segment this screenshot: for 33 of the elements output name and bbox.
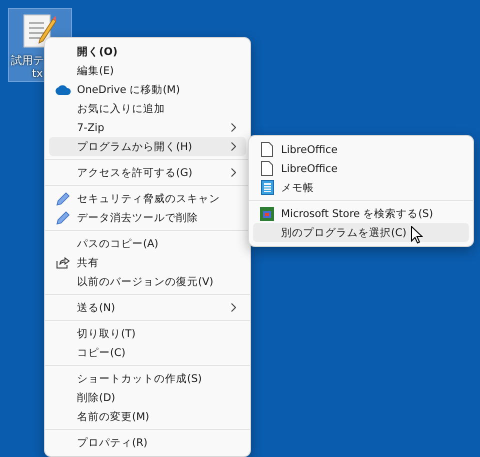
menu-item[interactable]: 切り取り(T) — [49, 324, 246, 343]
pen-icon — [56, 192, 70, 206]
menu-item[interactable]: セキュリティ脅威のスキャン — [49, 189, 246, 208]
menu-item[interactable]: パスのコピー(A) — [49, 234, 246, 253]
menu-item[interactable]: 別のプログラムを選択(C) — [253, 223, 469, 242]
document-icon — [261, 161, 273, 176]
menu-item[interactable]: データ消去ツールで削除 — [49, 208, 246, 227]
menu-item[interactable]: 以前のバージョンの復元(V) — [49, 272, 246, 291]
mouse-pointer-icon — [411, 226, 423, 244]
menu-item[interactable]: 名前の変更(M) — [49, 407, 246, 426]
notepad-icon — [260, 180, 274, 195]
cloud-icon — [55, 84, 71, 94]
menu-item[interactable]: お気に入りに追加 — [49, 99, 246, 118]
pen-icon — [56, 210, 70, 224]
menu-item[interactable]: 7-Zip — [49, 118, 246, 137]
menu-item[interactable]: メモ帳 — [253, 178, 469, 197]
menu-item[interactable]: 削除(D) — [49, 388, 246, 407]
share-icon — [56, 256, 70, 269]
menu-item[interactable]: LibreOffice — [253, 159, 469, 178]
menu-item[interactable]: LibreOffice — [253, 140, 469, 159]
store-icon — [260, 206, 274, 220]
menu-item[interactable]: コピー(C) — [49, 343, 246, 362]
menu-item[interactable]: Microsoft Store を検索する(S) — [253, 204, 469, 223]
file-extension: tx — [32, 67, 43, 80]
menu-item[interactable]: 共有 — [49, 253, 246, 272]
menu-item[interactable]: OneDrive に移動(M) — [49, 80, 246, 99]
menu-item[interactable]: ショートカットの作成(S) — [49, 369, 246, 388]
document-icon — [261, 142, 273, 157]
file-name: 試用テ — [11, 53, 44, 68]
menu-item[interactable]: プロパティ(R) — [49, 433, 246, 452]
menu-item[interactable]: アクセスを許可する(G) — [49, 163, 246, 182]
menu-item[interactable]: 送る(N) — [49, 298, 246, 317]
menu-item[interactable]: プログラムから開く(H) — [49, 137, 246, 156]
